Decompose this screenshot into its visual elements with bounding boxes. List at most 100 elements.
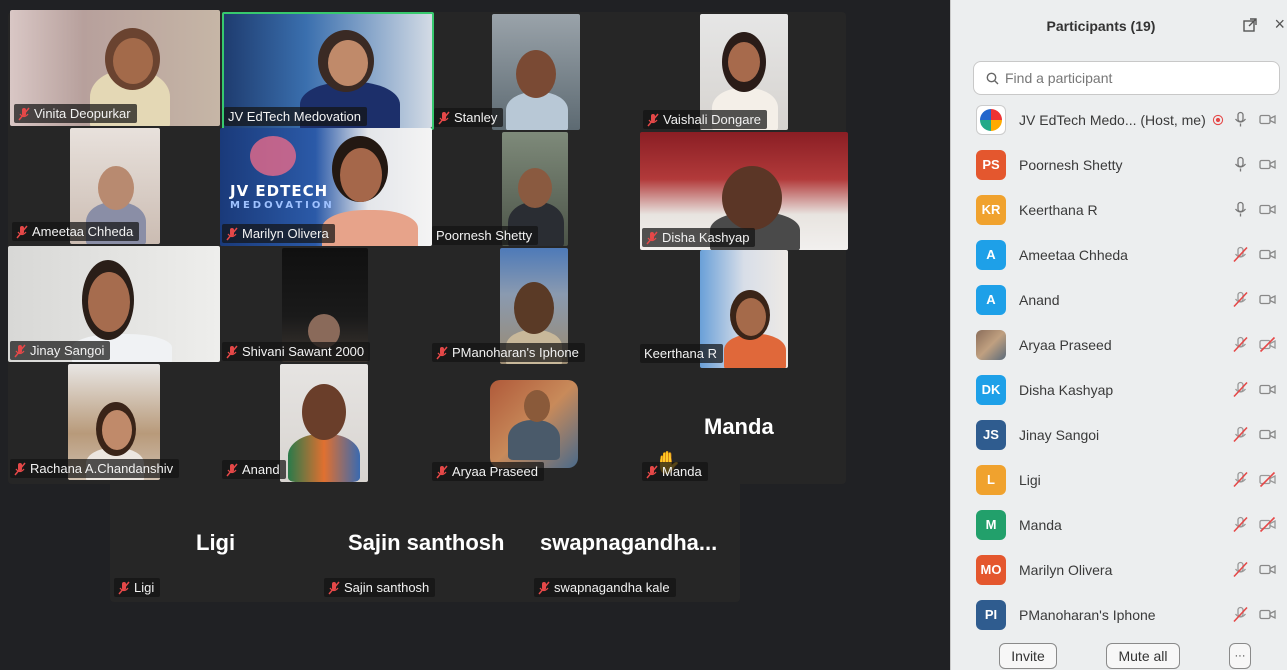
participant-name: Manda [662,464,702,479]
participant-name: JV EdTech Medovation [228,109,361,124]
name-tag: Jinay Sangoi [10,341,111,360]
participant-display-name: swapnagandha... [540,530,718,555]
participant-row[interactable]: JV EdTech Medo... (Host, me) [951,97,1287,142]
participant-name: Jinay Sangoi [1019,426,1100,443]
video-off-icon[interactable] [1259,516,1276,533]
mic-muted-icon [226,463,238,476]
participant-display-name: Manda [704,414,774,439]
invite-button[interactable]: Invite [999,643,1057,669]
participant-name: Poornesh Shetty [436,228,533,243]
mic-muted-icon[interactable] [1232,471,1249,488]
name-tag: Ligi [114,578,161,597]
name-tag: Stanley [434,108,504,127]
mic-muted-icon[interactable] [1232,606,1249,623]
video-off-icon[interactable] [1259,336,1276,353]
name-tag: JV EdTech Medovation [224,107,367,126]
participant-row[interactable]: JS Jinay Sangoi [951,412,1287,457]
participant-name: Anand [1019,291,1060,308]
participant-row[interactable]: MO Marilyn Olivera [951,547,1287,592]
video-icon[interactable] [1259,201,1276,218]
participant-status-icons [1232,291,1276,308]
participant-list: JV EdTech Medo... (Host, me) PS Poornesh S… [951,97,1287,637]
mic-muted-icon[interactable] [1232,246,1249,263]
close-icon[interactable]: × [1274,14,1285,35]
meeting-stage: Vinita Deopurkar JV EdTech Medovation St… [0,0,950,670]
photo-avatar [976,329,1006,360]
recording-icon [1212,114,1224,125]
mic-icon[interactable] [1232,111,1249,128]
name-tag: Keerthana R [640,344,723,363]
mic-muted-icon [18,107,30,120]
participant-status-icons [1232,426,1276,443]
participant-name: Aryaa Praseed [1019,336,1112,353]
video-icon[interactable] [1259,561,1276,578]
mic-muted-icon [646,231,658,244]
mic-muted-icon[interactable] [1232,426,1249,443]
participant-row[interactable]: M Manda [951,502,1287,547]
participant-name: Ligi [1019,471,1041,488]
participant-name: Manda [1019,516,1062,533]
avatar: MO [976,554,1006,585]
mic-muted-icon [226,227,238,240]
participant-row[interactable]: L Ligi [951,457,1287,502]
avatar: PI [976,599,1006,630]
participant-status-icons [1232,156,1276,173]
participant-row[interactable]: DK Disha Kashyap [951,367,1287,412]
video-tile-anand[interactable] [280,364,368,482]
video-off-icon[interactable] [1259,471,1276,488]
more-options-button[interactable]: ··· [1229,643,1251,669]
mic-muted-icon[interactable] [1232,561,1249,578]
participant-name: Sajin santhosh [344,580,430,595]
search-icon [986,72,999,84]
name-tag: swapnagandha kale [534,578,676,597]
participant-row[interactable]: A Ameetaa Chheda [951,232,1287,277]
avatar: JS [976,419,1006,450]
popout-icon[interactable] [1243,18,1257,32]
name-tag: Marilyn Olivera [222,224,335,243]
name-tag: Manda [642,462,708,481]
participant-status-icons [1232,471,1276,488]
participant-row[interactable]: PI PManoharan's Iphone [951,592,1287,637]
participant-name: Jinay Sangoi [30,343,105,358]
video-icon[interactable] [1259,381,1276,398]
participant-display-name: Ligi [196,530,236,555]
participant-row[interactable]: A Anand [951,277,1287,322]
participant-row[interactable]: Aryaa Praseed [951,322,1287,367]
mic-muted-icon[interactable] [1232,291,1249,308]
participant-row[interactable]: PS Poornesh Shetty [951,142,1287,187]
participant-row[interactable]: KR Keerthana R [951,187,1287,232]
video-icon[interactable] [1259,156,1276,173]
mic-icon[interactable] [1232,201,1249,218]
participant-status-icons [1232,561,1276,578]
participant-name: Keerthana R [644,346,717,361]
avatar: A [976,284,1006,315]
mic-muted-icon [436,465,448,478]
video-icon[interactable] [1259,246,1276,263]
search-box[interactable] [973,61,1280,95]
mic-muted-icon [538,581,550,594]
search-input[interactable] [1005,70,1255,86]
mic-muted-icon [14,462,26,475]
participant-name: Stanley [454,110,498,125]
name-tag: Vinita Deopurkar [14,104,137,123]
participant-status-icons [1232,381,1276,398]
participant-status-icons [1232,516,1276,533]
mic-muted-icon[interactable] [1232,516,1249,533]
participant-name: Rachana A.Chandanshiv [30,461,174,476]
mic-muted-icon[interactable] [1232,381,1249,398]
mute-all-button[interactable]: Mute all [1106,643,1180,669]
video-icon[interactable] [1259,111,1276,128]
mic-icon[interactable] [1232,156,1249,173]
video-icon[interactable] [1259,291,1276,308]
video-tile-aryaa[interactable] [490,380,578,468]
name-tag: Anand [222,460,286,479]
video-icon[interactable] [1259,426,1276,443]
brand-logo-text: JV EDTECH MEDOVATION [230,182,335,211]
participant-name: Ameetaa Chheda [32,224,134,239]
mic-muted-icon [646,465,658,478]
mic-muted-icon[interactable] [1232,336,1249,353]
participant-name: Anand [242,462,280,477]
avatar: M [976,509,1006,540]
video-tile-stanley[interactable] [492,14,580,130]
video-icon[interactable] [1259,606,1276,623]
